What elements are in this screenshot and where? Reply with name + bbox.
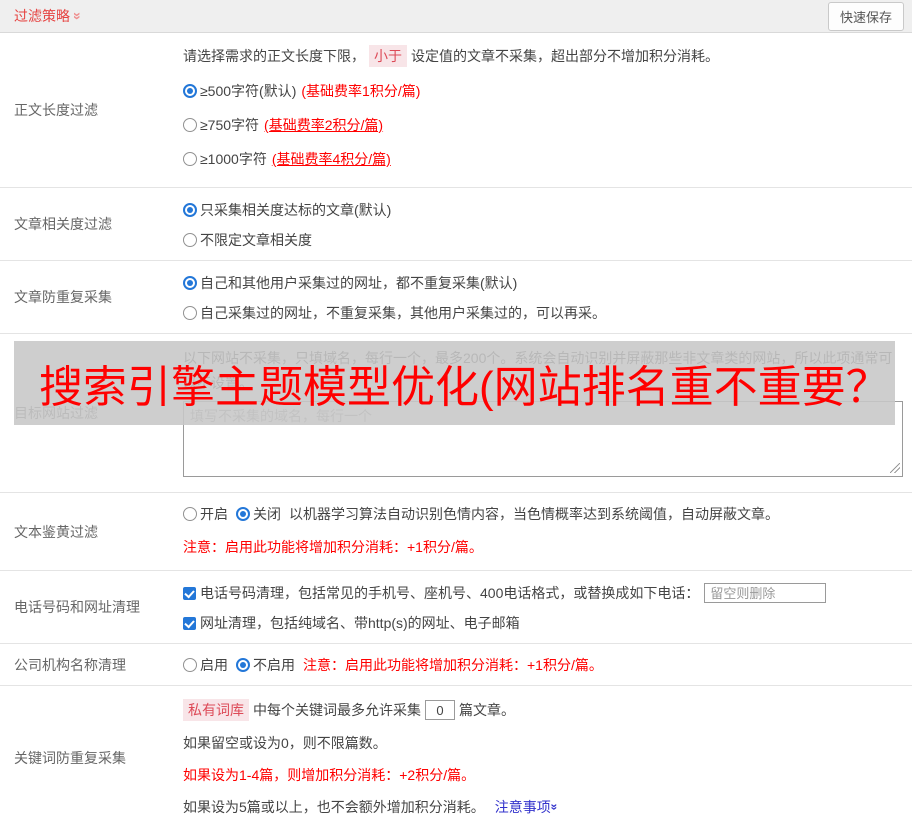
radio-dup-self-icon[interactable]: [183, 306, 197, 320]
radio-relevance-strict-icon[interactable]: [183, 203, 197, 217]
radio-dup-global-icon[interactable]: [183, 276, 197, 290]
row-company-clean: 公司机构名称清理 启用 不启用 注意：启用此功能将增加积分消耗：+1积分/篇。: [0, 643, 912, 685]
chevron-down-icon: »: [69, 12, 86, 20]
row-label: 文章防重复采集: [14, 289, 112, 305]
length-filter-intro: 请选择需求的正文长度下限， 小于 设定值的文章不采集，超出部分不增加积分消耗。: [183, 45, 904, 67]
notice-link[interactable]: 注意事项 »: [494, 797, 562, 817]
porn-on-label: 开启: [200, 506, 228, 522]
option-note: (基础费率1积分/篇): [301, 83, 421, 99]
notice-link-label: 注意事项: [494, 799, 551, 815]
length-option-1000[interactable]: ≥1000字符 (基础费率4积分/篇): [183, 149, 904, 169]
less-than-tag: 小于: [369, 45, 407, 67]
row-label: 关键词防重复采集: [14, 749, 126, 766]
row-label: 公司机构名称清理: [14, 656, 126, 673]
row-relevance-filter: 文章相关度过滤 只采集相关度达标的文章(默认) 不限定文章相关度: [0, 187, 912, 260]
keyword-note-cost: 如果设为1-4篇，则增加积分消耗：+2积分/篇。: [183, 767, 476, 783]
company-on-label: 启用: [200, 656, 228, 673]
radio-500-icon[interactable]: [183, 84, 197, 98]
porn-off-label: 关闭: [253, 506, 281, 522]
option-label: ≥1000字符: [200, 151, 267, 167]
keyword-limit-unit: 篇文章。: [459, 702, 515, 718]
length-option-750[interactable]: ≥750字符 (基础费率2积分/篇): [183, 115, 904, 135]
company-note: 注意：启用此功能将增加积分消耗：+1积分/篇。: [303, 656, 603, 673]
porn-desc: 以机器学习算法自动识别色情内容，当色情概率达到系统阈值，自动屏蔽文章。: [289, 506, 779, 522]
row-label: 正文长度过滤: [14, 102, 98, 118]
row-keyword-dup: 关键词防重复采集 私有词库 中每个关键词最多允许采集 篇文章。 如果留空或设为0…: [0, 685, 912, 829]
row-label: 文本鉴黄过滤: [14, 523, 98, 540]
row-porn-filter: 文本鉴黄过滤 开启 关闭 以机器学习算法自动识别色情内容，当色情概率达到系统阈值…: [0, 492, 912, 570]
row-dup-collect: 文章防重复采集 自己和其他用户采集过的网址，都不重复采集(默认) 自己采集过的网…: [0, 260, 912, 333]
radio-relevance-any-icon[interactable]: [183, 233, 197, 247]
intro-post: 设定值的文章不采集，超出部分不增加积分消耗。: [411, 48, 719, 64]
phone-replace-input[interactable]: [704, 583, 827, 603]
row-label: 文章相关度过滤: [14, 216, 112, 232]
url-clean-line: 网址清理，包括纯域名、带http(s)的网址、电子邮箱: [183, 613, 904, 633]
radio-company-off-icon[interactable]: [236, 657, 250, 672]
option-label: ≥500字符(默认): [200, 83, 297, 99]
keyword-limit-text: 中每个关键词最多允许采集: [253, 702, 421, 718]
dup-option-self[interactable]: 自己采集过的网址，不重复采集，其他用户采集过的，可以再采。: [183, 303, 904, 323]
section-header: 过滤策略 » 快速保存: [0, 0, 912, 33]
intro-pre: 请选择需求的正文长度下限，: [183, 48, 365, 64]
keyword-note-zero: 如果留空或设为0，则不限篇数。: [183, 735, 387, 751]
option-label: 只采集相关度达标的文章(默认): [200, 202, 392, 218]
phone-clean-label: 电话号码清理，包括常见的手机号、座机号、400电话格式，或替换成如下电话：: [200, 585, 700, 601]
option-note: (基础费率2积分/篇): [264, 117, 384, 133]
porn-note: 注意：启用此功能将增加积分消耗：+1积分/篇。: [183, 539, 483, 555]
keyword-count-input[interactable]: [425, 700, 455, 720]
quick-save-button[interactable]: 快速保存: [827, 1, 904, 31]
option-label: 自己和其他用户采集过的网址，都不重复采集(默认): [200, 275, 518, 291]
length-option-500[interactable]: ≥500字符(默认) (基础费率1积分/篇): [183, 81, 904, 101]
relevance-option-any[interactable]: 不限定文章相关度: [183, 230, 904, 250]
option-note: (基础费率4积分/篇): [271, 151, 391, 167]
dup-option-global[interactable]: 自己和其他用户采集过的网址，都不重复采集(默认): [183, 273, 904, 293]
url-clean-label: 网址清理，包括纯域名、带http(s)的网址、电子邮箱: [200, 615, 520, 631]
company-off-label: 不启用: [253, 656, 295, 673]
radio-porn-off-icon[interactable]: [236, 507, 250, 521]
chevron-down-icon: »: [547, 803, 562, 811]
option-label: ≥750字符: [200, 117, 260, 133]
section-title-toggle[interactable]: 过滤策略 »: [14, 6, 86, 26]
keyword-limit-line: 私有词库 中每个关键词最多允许采集 篇文章。: [183, 699, 904, 721]
row-label: 电话号码和网址清理: [14, 599, 140, 615]
ad-overlay-text: 搜索引擎主题模型优化(网站排名重不重要？: [39, 363, 890, 412]
private-lexicon-tag: 私有词库: [183, 699, 249, 721]
radio-porn-on-icon[interactable]: [183, 507, 197, 521]
radio-750-icon[interactable]: [183, 118, 197, 132]
option-label: 不限定文章相关度: [200, 232, 312, 248]
radio-1000-icon[interactable]: [183, 152, 197, 166]
phone-clean-line: 电话号码清理，包括常见的手机号、座机号、400电话格式，或替换成如下电话：: [183, 583, 904, 603]
relevance-option-strict[interactable]: 只采集相关度达标的文章(默认): [183, 200, 904, 220]
row-phone-url-clean: 电话号码和网址清理 电话号码清理，包括常见的手机号、座机号、400电话格式，或替…: [0, 570, 912, 643]
keyword-note-five: 如果设为5篇或以上，也不会额外增加积分消耗。: [183, 799, 485, 815]
filter-settings-page: 过滤策略 » 快速保存 正文长度过滤 请选择需求的正文长度下限， 小于 设定值的…: [0, 0, 912, 815]
ad-overlay-banner: 搜索引擎主题模型优化(网站排名重不重要？: [14, 341, 895, 425]
checkbox-phone-clean-icon[interactable]: [183, 586, 196, 600]
checkbox-url-clean-icon[interactable]: [183, 616, 196, 630]
section-title: 过滤策略: [14, 8, 70, 24]
row-length-filter: 正文长度过滤 请选择需求的正文长度下限， 小于 设定值的文章不采集，超出部分不增…: [0, 33, 912, 187]
option-label: 自己采集过的网址，不重复采集，其他用户采集过的，可以再采。: [200, 305, 606, 321]
radio-company-on-icon[interactable]: [183, 657, 197, 672]
